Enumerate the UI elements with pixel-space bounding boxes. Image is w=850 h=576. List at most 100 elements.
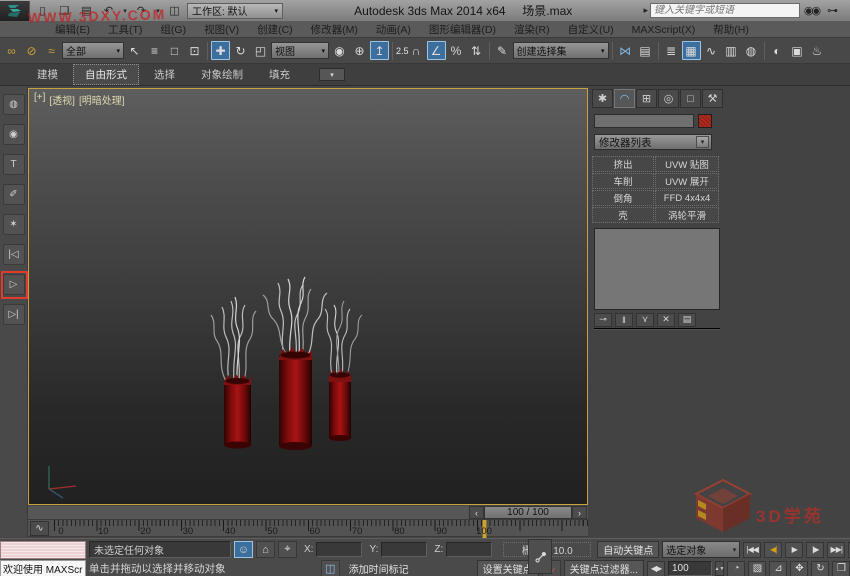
unlink-selection-icon[interactable]: ⊘ <box>22 41 41 60</box>
x-coordinate-field[interactable] <box>316 542 362 557</box>
left-toolbar-icon-5[interactable]: ✶ <box>3 214 25 235</box>
object-name-field[interactable] <box>594 114 694 128</box>
select-and-move-icon[interactable]: ✚ <box>211 41 230 60</box>
select-and-manipulate-icon[interactable]: ⊕ <box>350 41 369 60</box>
go-to-end-button[interactable]: ▶▶| <box>827 542 845 558</box>
zoom-region-icon[interactable]: ▧ <box>748 561 766 576</box>
pin-stack-icon[interactable]: ⊸ <box>594 313 612 327</box>
current-frame-field[interactable] <box>668 561 712 576</box>
make-unique-icon[interactable]: ⋎ <box>636 313 654 327</box>
tab-create-icon[interactable]: ✱ <box>592 89 613 108</box>
infocenter-key-icon[interactable]: ⊶ <box>823 2 842 19</box>
tab-display-icon[interactable]: □ <box>680 89 701 108</box>
trackbar-ruler[interactable]: 0102030405060708090100 <box>54 520 588 538</box>
align-icon[interactable]: ▤ <box>636 41 655 60</box>
key-filter-selection-dropdown[interactable]: 选定对象 ▾ <box>662 541 740 558</box>
perspective-viewport[interactable]: [+] [透视] [明暗处理] <box>28 88 588 505</box>
window-crossing-icon[interactable]: ⊡ <box>185 41 204 60</box>
tab-hierarchy-icon[interactable]: ⊞ <box>636 89 657 108</box>
rectangular-selection-region-icon[interactable]: □ <box>165 41 184 60</box>
help-search-input[interactable] <box>650 3 800 18</box>
select-and-link-icon[interactable]: ∞ <box>2 41 21 60</box>
named-selection-sets-dropdown[interactable]: 创建选择集 ▾ <box>513 42 609 59</box>
pan-view-icon[interactable]: ✥ <box>790 561 808 576</box>
snaps-toggle-icon[interactable]: ∩ <box>407 41 426 60</box>
select-and-scale-icon[interactable]: ◰ <box>251 41 270 60</box>
menu-edit[interactable]: 编辑(E) <box>46 22 99 38</box>
select-object-icon[interactable]: ↖ <box>125 41 144 60</box>
search-history-icon[interactable]: ▸ <box>643 5 648 16</box>
new-file-button[interactable]: ▯ <box>33 2 52 19</box>
menu-maxscript[interactable]: MAXScript(X) <box>623 22 705 38</box>
ribbon-tab-populate[interactable]: 填充 <box>258 65 301 84</box>
orbit-icon[interactable]: ↻ <box>811 561 829 576</box>
maximize-viewport-toggle-icon[interactable]: ❒ <box>832 561 850 576</box>
menu-animation[interactable]: 动画(A) <box>367 22 420 38</box>
isolate-selection-icon[interactable]: ☺ <box>234 541 253 558</box>
use-pivot-point-center-icon[interactable]: ◉ <box>330 41 349 60</box>
tab-modify-icon[interactable]: ◠ <box>614 89 635 108</box>
material-editor-icon[interactable]: ◍ <box>742 41 761 60</box>
next-frame-button[interactable]: |▶ <box>806 542 824 558</box>
bind-to-space-warp-icon[interactable]: ≈ <box>42 41 61 60</box>
menu-group[interactable]: 组(G) <box>151 22 195 38</box>
modifier-button-extrude[interactable]: 挤出 <box>592 156 654 172</box>
undo-dropdown-arrow-icon[interactable]: ▾ <box>121 2 129 19</box>
ribbon-tab-modeling[interactable]: 建模 <box>26 65 69 84</box>
selection-filter-dropdown[interactable]: 全部 ▾ <box>62 42 124 59</box>
previous-frame-button[interactable]: ◀| <box>764 542 782 558</box>
left-toolbar-icon-2[interactable]: ◉ <box>3 124 25 145</box>
menu-create[interactable]: 创建(C) <box>248 22 302 38</box>
undo-button[interactable]: ↶ <box>99 2 118 19</box>
spinner-snap-toggle-icon[interactable]: ⇅ <box>467 41 486 60</box>
ribbon-tab-object-paint[interactable]: 对象绘制 <box>190 65 254 84</box>
time-tag-icon[interactable]: ◫ <box>321 560 340 576</box>
remove-modifier-icon[interactable]: ✕ <box>657 313 675 327</box>
add-time-tag-label[interactable]: 添加时间标记 <box>343 560 415 576</box>
time-slider-track[interactable]: ‹ 100 / 100 › <box>28 505 588 519</box>
menu-customize[interactable]: 自定义(U) <box>559 22 623 38</box>
menu-tools[interactable]: 工具(T) <box>99 22 151 38</box>
rendered-frame-window-icon[interactable]: ▣ <box>788 41 807 60</box>
auto-key-button[interactable]: 自动关键点 <box>597 541 659 558</box>
modifier-button-ffd-4x4x4[interactable]: FFD 4x4x4 <box>655 190 719 206</box>
redo-button[interactable]: ↷ <box>132 2 151 19</box>
menu-rendering[interactable]: 渲染(R) <box>505 22 559 38</box>
search-icon[interactable]: ◉◉ <box>802 2 821 19</box>
key-mode-toggle-icon[interactable]: ◀▶ <box>647 561 665 576</box>
maxscript-mini-listener[interactable]: 欢迎使用 MAXScr <box>0 560 86 576</box>
modifier-button-shell[interactable]: 壳 <box>592 207 654 223</box>
modifier-button-uvw-map[interactable]: UVW 贴图 <box>655 156 719 172</box>
workspace-dropdown[interactable]: 工作区: 默认 ▾ <box>187 3 283 19</box>
ribbon-toggle-icon[interactable]: ▦ <box>682 41 701 60</box>
ribbon-tab-freeform[interactable]: 自由形式 <box>73 64 139 85</box>
keyboard-shortcut-override-icon[interactable]: ↥ <box>370 41 389 60</box>
left-toolbar-icon-3[interactable]: T <box>3 154 25 175</box>
save-file-button[interactable]: ▤ <box>77 2 96 19</box>
redo-dropdown-arrow-icon[interactable]: ▾ <box>154 2 162 19</box>
time-configuration-icon[interactable]: ◔ <box>727 561 745 576</box>
frame-spinner[interactable]: ▲▼ <box>715 561 724 576</box>
layer-manager-icon[interactable]: ≣ <box>662 41 681 60</box>
time-slider-handle[interactable]: ‹ 100 / 100 › <box>469 506 587 519</box>
reference-coordinate-system-dropdown[interactable]: 视图 ▾ <box>271 42 329 59</box>
frame-indicator[interactable]: 100 / 100 <box>484 506 572 519</box>
set-keys-button[interactable]: ⊶ <box>528 539 552 574</box>
show-end-result-icon[interactable]: ‖ <box>615 313 633 327</box>
maxscript-macro-recorder[interactable] <box>0 541 86 559</box>
configure-modifier-sets-icon[interactable]: ▤ <box>678 313 696 327</box>
object-color-swatch[interactable] <box>698 114 712 128</box>
application-menu-button[interactable] <box>0 1 30 21</box>
left-toolbar-icon-7-highlighted[interactable]: ▷ <box>3 274 25 295</box>
ribbon-minimize-toggle[interactable]: ▾ <box>319 68 345 81</box>
menu-graph-editors[interactable]: 图形编辑器(D) <box>420 22 505 38</box>
left-toolbar-icon-8[interactable]: ▷| <box>3 304 25 325</box>
ribbon-tab-selection[interactable]: 选择 <box>143 65 186 84</box>
field-of-view-icon[interactable]: ⊿ <box>769 561 787 576</box>
tab-motion-icon[interactable]: ◎ <box>658 89 679 108</box>
absolute-offset-mode-icon[interactable]: ⌖ <box>278 541 297 558</box>
key-filters-button[interactable]: 关键点过滤器... <box>564 560 644 576</box>
menu-modifiers[interactable]: 修改器(M) <box>302 22 367 38</box>
next-frame-arrow[interactable]: › <box>572 506 587 519</box>
selection-lock-icon[interactable]: ⌂ <box>256 541 275 558</box>
